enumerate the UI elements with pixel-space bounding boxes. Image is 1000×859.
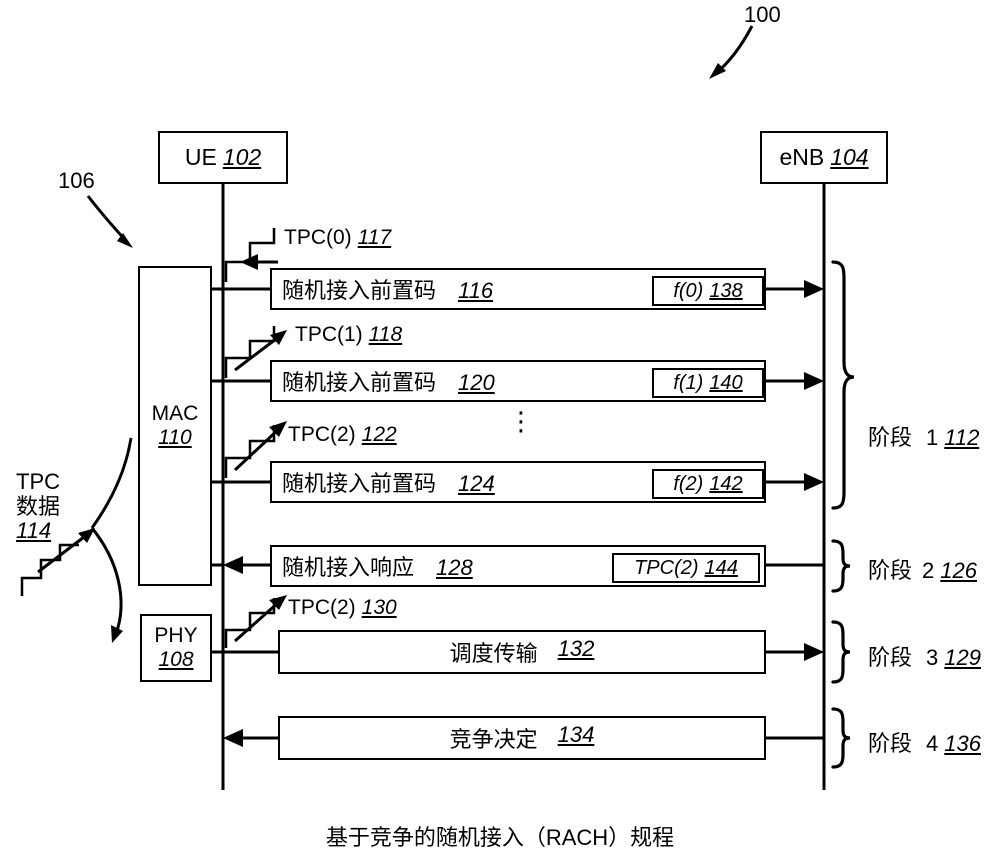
layer-mac-label: MAC xyxy=(151,402,199,425)
tpc-label-2: TPC(2) 122 xyxy=(288,423,397,446)
ellipsis-marker: ⋮ xyxy=(508,406,534,436)
message-3-text: 随机接入前置码 124 xyxy=(282,471,495,496)
message-box-3[interactable]: 随机接入前置码 124 f(2) 142 xyxy=(270,461,766,503)
layer-phy-label: PHY xyxy=(154,624,198,647)
tpc-label-0: TPC(0) 117 xyxy=(284,226,392,249)
node-ue-label: UE 102 xyxy=(184,144,262,170)
layer-phy: PHY 108 xyxy=(140,614,212,682)
msg6-arrowhead xyxy=(223,729,243,747)
tpc1-staircase xyxy=(224,326,276,378)
phase-3-brace xyxy=(831,620,851,684)
msg3-arrowhead xyxy=(804,473,824,491)
node-ue: UE 102 xyxy=(158,131,288,184)
phase-label-1: 阶段 1 112 xyxy=(868,425,980,450)
message-2-tag: f(1) 140 xyxy=(652,368,764,398)
tpc-to-mac-curve xyxy=(90,437,133,529)
message-4-text: 随机接入响应 128 xyxy=(282,555,473,580)
message-1-tag: f(0) 138 xyxy=(652,276,764,306)
message-box-1[interactable]: 随机接入前置码 116 f(0) 138 xyxy=(270,268,766,310)
phase-label-4: 阶段 4 136 xyxy=(868,731,981,756)
msg4-arrowhead xyxy=(223,556,243,574)
phase-2-brace xyxy=(831,539,851,593)
message-box-6[interactable]: 竞争决定 134 xyxy=(278,716,766,760)
message-1-text: 随机接入前置码 116 xyxy=(282,278,494,303)
phase-label-3: 阶段 3 129 xyxy=(868,645,981,670)
tpc-data-line1: TPC xyxy=(16,469,60,494)
message-box-2[interactable]: 随机接入前置码 120 f(1) 140 xyxy=(270,360,766,402)
tpc0-staircase xyxy=(224,228,276,282)
tpc-data-line2: 数据 xyxy=(16,493,61,519)
tpc-data-label: TPC 数据 114 xyxy=(16,469,61,544)
message-3-tag: f(2) 142 xyxy=(652,469,764,499)
figure-caption: 基于竞争的随机接入（RACH）规程 xyxy=(325,825,675,850)
message-box-5[interactable]: 调度传输 132 xyxy=(278,630,766,674)
node-enb: eNB 104 xyxy=(760,131,888,184)
tpc-label-3: TPC(2) 130 xyxy=(288,596,397,619)
ref-106: 106 xyxy=(58,168,95,193)
message-box-4[interactable]: 随机接入响应 128 TPC(2) 144 xyxy=(270,545,766,587)
phase-4-brace xyxy=(831,707,851,769)
tpc-data-num: 114 xyxy=(16,518,52,544)
message-4-tag: TPC(2) 144 xyxy=(612,553,760,583)
tpc-data-staircase xyxy=(20,543,79,596)
node-enb-label: eNB 104 xyxy=(779,144,869,170)
msg5-arrowhead xyxy=(804,643,824,661)
patent-figure-canvas: UE 102 eNB 104 MAC 110 PHY 108 106 100 TPC… xyxy=(0,0,1000,859)
layer-mac-num: 110 xyxy=(158,426,192,449)
tpc2b-arrow-shaft xyxy=(234,599,281,643)
message-6-text: 竞争决定 134 xyxy=(449,722,595,752)
tpc2b-staircase xyxy=(224,598,276,648)
tpc2a-staircase xyxy=(224,425,276,478)
phase-label-2: 阶段 2 126 xyxy=(868,558,977,583)
layer-mac: MAC 110 xyxy=(138,266,212,586)
ref-100: 100 xyxy=(744,2,781,27)
msg2-arrowhead xyxy=(804,372,824,390)
tpc-label-1: TPC(1) 118 xyxy=(295,323,403,346)
tpc-to-phy-curve xyxy=(90,527,123,635)
layer-phy-num: 108 xyxy=(158,648,194,671)
phase-1-brace xyxy=(831,260,855,510)
message-5-text: 调度传输 132 xyxy=(449,636,595,666)
msg1-arrowhead xyxy=(804,280,824,298)
message-2-text: 随机接入前置码 120 xyxy=(282,370,495,395)
